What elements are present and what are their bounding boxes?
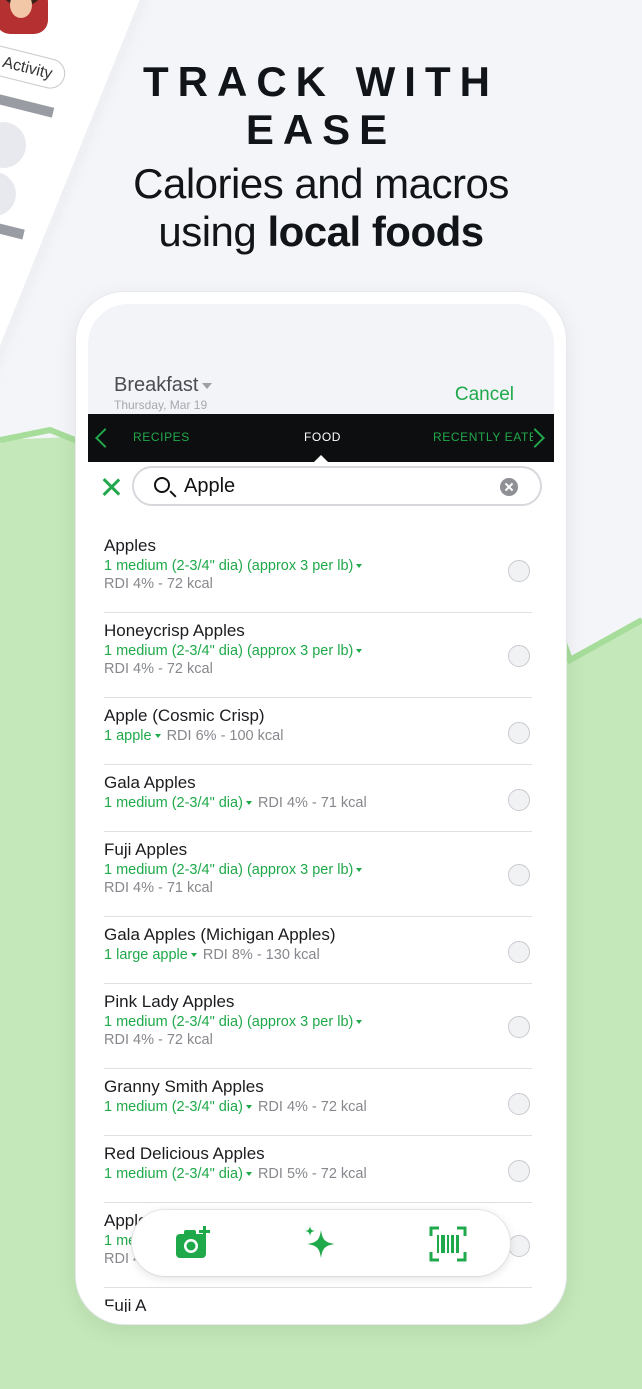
food-name: Pink Lady Apples: [104, 992, 235, 1011]
food-name: Apples: [104, 536, 156, 555]
caret-down-icon: [356, 649, 363, 654]
subheadline-line-1: Calories and macros: [133, 160, 509, 207]
serving-row: 1 medium (2-3/4" dia) (approx 3 per lb): [104, 862, 368, 878]
serving-row: 1 large apple RDI 8% - 130 kcal: [104, 947, 320, 963]
phone-screen: Breakfast Thursday, Mar 19 Cancel RECIPE…: [88, 304, 554, 1312]
select-radio[interactable]: [508, 789, 530, 811]
caret-down-icon: [154, 734, 161, 739]
camera-plus-icon[interactable]: [174, 1224, 214, 1264]
chevron-down-icon: [202, 382, 213, 389]
select-radio[interactable]: [508, 941, 530, 963]
caret-down-icon: [356, 1020, 363, 1025]
food-name: Apple (Cosmic Crisp): [104, 706, 265, 725]
list-item[interactable]: Pink Lady Apples 1 medium (2-3/4" dia) (a…: [104, 992, 532, 1069]
search-row: Apple: [88, 464, 554, 524]
barcode-scan-icon[interactable]: [428, 1224, 468, 1264]
select-radio[interactable]: [508, 1016, 530, 1038]
serving-size-selector[interactable]: 1 medium (2-3/4" dia): [104, 1099, 243, 1115]
caret-down-icon: [356, 564, 363, 569]
select-radio[interactable]: [508, 1160, 530, 1182]
serving-row: 1 apple RDI 6% - 100 kcal: [104, 728, 283, 744]
headline-line-1: TRACK WITH: [143, 58, 499, 105]
select-radio[interactable]: [508, 1093, 530, 1115]
select-radio[interactable]: [508, 645, 530, 667]
subheadline-bold: local foods: [267, 208, 484, 255]
food-name: Red Delicious Apples: [104, 1144, 265, 1163]
meal-header: Breakfast Thursday, Mar 19 Cancel: [88, 304, 554, 414]
meal-title: Breakfast: [114, 374, 199, 396]
select-radio[interactable]: [508, 864, 530, 886]
nutrition-summary: RDI 4% - 72 kcal: [104, 576, 213, 592]
tab-recipes[interactable]: RECIPES: [133, 414, 190, 462]
clear-search-icon[interactable]: [500, 478, 518, 496]
select-radio[interactable]: [508, 722, 530, 744]
select-radio[interactable]: [508, 560, 530, 582]
cancel-button[interactable]: Cancel: [455, 384, 514, 406]
list-item[interactable]: Fuji A1/2 c: [104, 1296, 532, 1312]
food-results-list: Apples 1 medium (2-3/4" dia) (approx 3 pe…: [88, 536, 554, 1312]
caret-down-icon: [190, 953, 197, 958]
serving-size-selector[interactable]: 1 medium (2-3/4" dia): [104, 795, 243, 811]
subheadline-prefix: using: [158, 208, 268, 255]
meal-date: Thursday, Mar 19: [114, 398, 208, 412]
select-radio[interactable]: [508, 1235, 530, 1257]
tab-recently-eaten[interactable]: RECENTLY EATEN: [433, 414, 533, 462]
serving-row: 1 medium (2-3/4" dia) (approx 3 per lb): [104, 643, 368, 659]
serving-size-selector[interactable]: 1 medium (2-3/4" dia) (approx 3 per lb): [104, 643, 353, 659]
avatar: [0, 0, 48, 34]
serving-size-selector[interactable]: 1 apple: [104, 728, 152, 744]
serving-size-selector[interactable]: 1 medium (2-3/4" dia) (approx 3 per lb): [104, 558, 353, 574]
food-name: Fuji Apples: [104, 840, 188, 859]
serving-size-selector[interactable]: 1 large apple: [104, 947, 188, 963]
search-input[interactable]: Apple: [132, 466, 542, 506]
headline-line-2: EASE: [245, 106, 397, 153]
subheadline-line-2: using local foods: [0, 208, 642, 256]
list-item[interactable]: Honeycrisp Apples 1 medium (2-3/4" dia) (…: [104, 621, 532, 698]
caret-down-icon: [245, 801, 252, 806]
chevron-left-icon[interactable]: [95, 428, 115, 448]
active-tab-indicator: [313, 455, 329, 463]
caret-down-icon: [245, 1172, 252, 1177]
nutrition-summary: RDI 5% - 72 kcal: [257, 1166, 367, 1182]
list-item[interactable]: Red Delicious Apples 1 medium (2-3/4" dia…: [104, 1144, 532, 1203]
nutrition-summary: RDI 4% - 72 kcal: [104, 1032, 213, 1048]
promo-subheadline: Calories and macros using local foods: [0, 160, 642, 256]
list-item[interactable]: Gala Apples 1 medium (2-3/4" dia) RDI 4% -…: [104, 773, 532, 832]
serving-row: 1 medium (2-3/4" dia) RDI 4% - 72 kcal: [104, 1099, 367, 1115]
quick-action-bar: [132, 1210, 510, 1276]
food-name: Gala Apples (Michigan Apples): [104, 925, 336, 944]
meal-selector[interactable]: Breakfast: [114, 374, 213, 397]
nutrition-summary: RDI 8% - 130 kcal: [202, 947, 320, 963]
phone-frame: Breakfast Thursday, Mar 19 Cancel RECIPE…: [76, 292, 566, 1324]
serving-size-selector[interactable]: 1 medium (2-3/4" dia): [104, 1166, 243, 1182]
list-item[interactable]: Gala Apples (Michigan Apples) 1 large app…: [104, 925, 532, 984]
list-item[interactable]: Granny Smith Apples 1 medium (2-3/4" dia)…: [104, 1077, 532, 1136]
nutrition-summary: RDI 4% - 72 kcal: [104, 661, 213, 677]
food-name: Fuji A: [104, 1296, 147, 1312]
serving-size-selector[interactable]: 1 medium (2-3/4" dia) (approx 3 per lb): [104, 862, 353, 878]
nutrition-summary: RDI 4% - 71 kcal: [257, 795, 367, 811]
serving-row: 1 medium (2-3/4" dia) RDI 4% - 71 kcal: [104, 795, 367, 811]
serving-row: 1 medium (2-3/4" dia) RDI 5% - 72 kcal: [104, 1166, 367, 1182]
food-name: Granny Smith Apples: [104, 1077, 264, 1096]
sparkle-ai-icon[interactable]: [301, 1224, 341, 1264]
serving-row: 1 medium (2-3/4" dia) (approx 3 per lb): [104, 558, 368, 574]
promo-headline: TRACK WITH EASE: [0, 58, 642, 154]
food-name: Honeycrisp Apples: [104, 621, 245, 640]
caret-down-icon: [245, 1105, 252, 1110]
nutrition-summary: RDI 4% - 72 kcal: [257, 1099, 367, 1115]
serving-size-selector[interactable]: 1 medium (2-3/4" dia) (approx 3 per lb): [104, 1014, 353, 1030]
food-name: Gala Apples: [104, 773, 196, 792]
list-item[interactable]: Apples 1 medium (2-3/4" dia) (approx 3 pe…: [104, 536, 532, 613]
category-tab-bar: RECIPES FOOD RECENTLY EATEN: [88, 414, 554, 463]
list-item[interactable]: Apple (Cosmic Crisp) 1 apple RDI 6% - 100 …: [104, 706, 532, 765]
list-item[interactable]: Fuji Apples 1 medium (2-3/4" dia) (approx…: [104, 840, 532, 917]
serving-row: 1 medium (2-3/4" dia) (approx 3 per lb): [104, 1014, 368, 1030]
search-value: Apple: [184, 475, 236, 497]
nutrition-summary: RDI 4% - 71 kcal: [104, 880, 213, 896]
nutrition-summary: RDI 6% - 100 kcal: [166, 728, 284, 744]
caret-down-icon: [356, 868, 363, 873]
close-icon[interactable]: [100, 476, 122, 498]
search-icon: [154, 477, 170, 493]
